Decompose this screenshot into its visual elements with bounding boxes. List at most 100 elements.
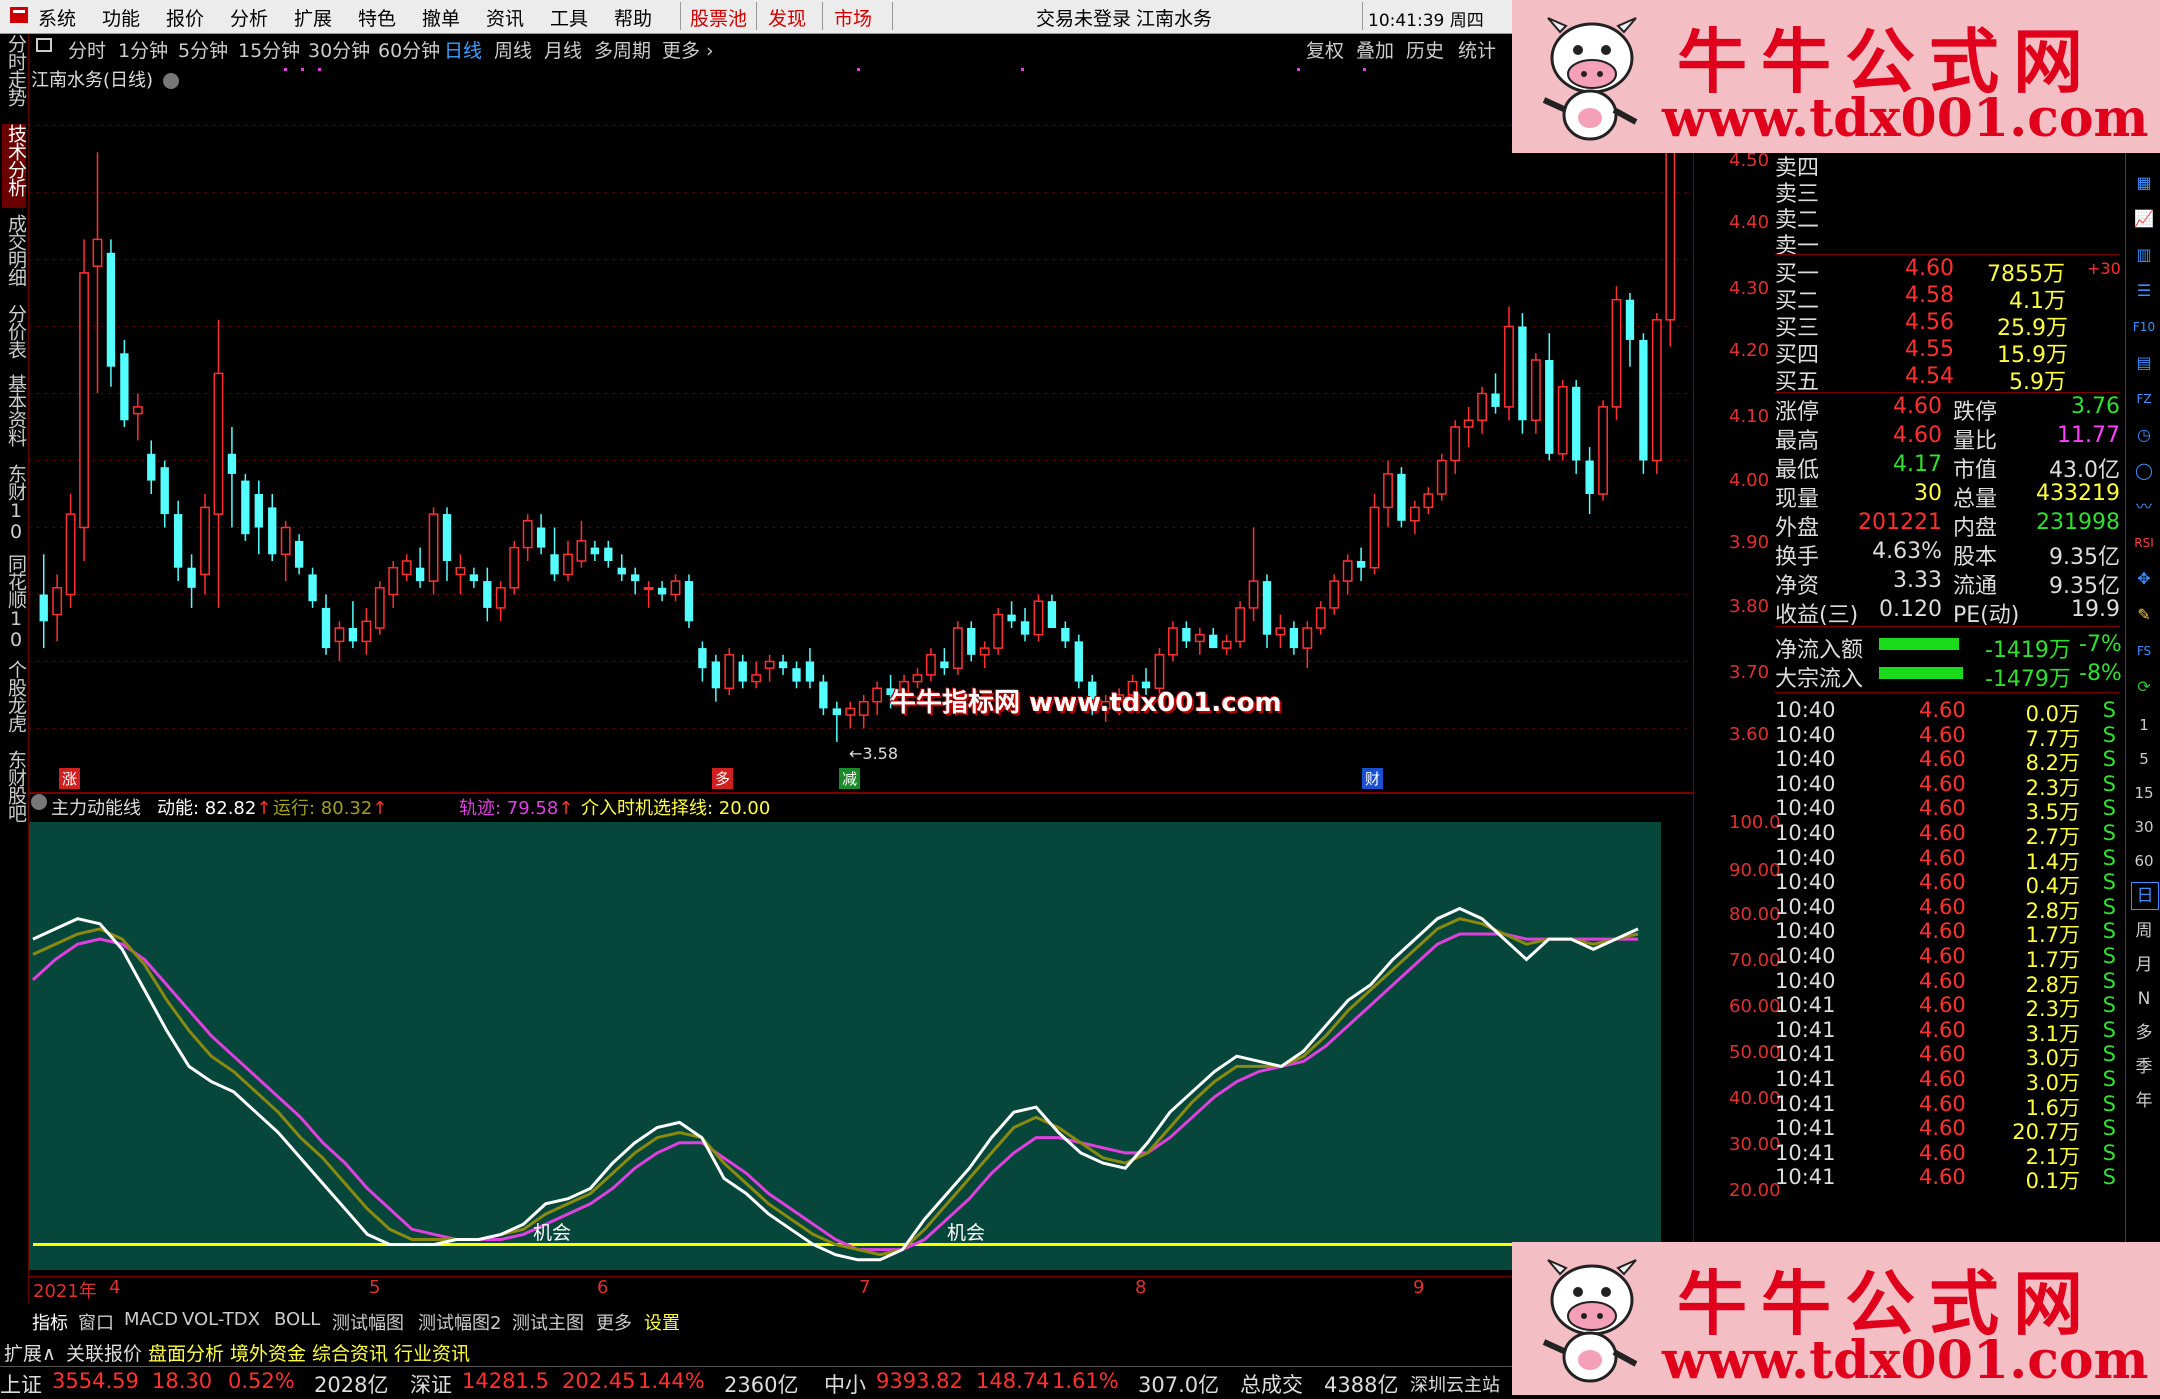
tab-dragon-tiger[interactable]: 个股龙虎 [2, 660, 27, 744]
period-1-icon[interactable]: 1 [2131, 712, 2157, 738]
candle[interactable] [1167, 621, 1178, 662]
sell-level-4[interactable]: 卖四 [1775, 150, 2120, 181]
list-icon[interactable]: ☰ [2131, 278, 2157, 304]
candle[interactable] [241, 473, 250, 541]
period-15-icon[interactable]: 15 [2131, 780, 2157, 806]
login-status[interactable]: 交易未登录 [1036, 4, 1131, 31]
tab-price-table[interactable]: 分价表 [2, 304, 27, 368]
candle[interactable] [106, 239, 116, 387]
menu-item-market[interactable]: 市场 [834, 4, 872, 31]
tab-test-main-chart[interactable]: 测试主图 [509, 1309, 587, 1335]
menu-item-stock-pool[interactable]: 股票池 [690, 4, 747, 31]
candle[interactable] [952, 621, 963, 675]
candle[interactable] [509, 540, 520, 595]
candle[interactable] [724, 648, 735, 695]
menu-item-discover[interactable]: 发现 [768, 4, 806, 31]
candle[interactable] [428, 507, 439, 595]
table-icon[interactable]: ▦ [2131, 170, 2157, 196]
menu-item-quote[interactable]: 报价 [166, 4, 204, 31]
buy-level-4[interactable]: 买四 4.55 15.9万 [1775, 337, 2120, 368]
candle[interactable] [993, 607, 1004, 655]
candle[interactable] [1518, 313, 1527, 434]
period-30-icon[interactable]: 30 [2131, 814, 2157, 840]
tab-basic-info[interactable]: 基本资料 [2, 374, 27, 458]
tab-test-sub-chart[interactable]: 测试幅图 [329, 1309, 407, 1335]
collapse-toggle-icon[interactable] [36, 36, 52, 58]
period-30min[interactable]: 30分钟 [308, 36, 370, 63]
sell-level-1[interactable]: 卖一 [1775, 228, 2120, 259]
candle[interactable] [1572, 380, 1581, 474]
refresh-icon[interactable]: ⟳ [2131, 674, 2157, 700]
tool-statistics[interactable]: 统计 [1458, 36, 1496, 63]
fs-icon[interactable]: FS [2131, 638, 2157, 664]
tab-indicator[interactable]: 指标 [29, 1309, 71, 1335]
period-month-icon[interactable]: 月 [2131, 952, 2157, 978]
menu-item-cancel-order[interactable]: 撤单 [422, 4, 460, 31]
sell-level-3[interactable]: 卖三 [1775, 176, 2120, 207]
dropdown-circle-icon[interactable] [31, 794, 47, 815]
badge-up[interactable]: 涨 [59, 768, 81, 789]
menu-item-function[interactable]: 功能 [102, 4, 140, 31]
candle[interactable] [684, 574, 694, 628]
app-logo-icon[interactable] [8, 4, 30, 31]
tab-settings[interactable]: 设置 [641, 1309, 683, 1335]
tab-vol-tdx[interactable]: VOL-TDX [179, 1309, 263, 1330]
tab-window[interactable]: 窗口 [75, 1309, 117, 1335]
rsi-icon[interactable]: RSI [2131, 530, 2157, 556]
candle[interactable] [1651, 313, 1662, 474]
function-tab[interactable]: 综合资讯 [312, 1339, 388, 1366]
move-icon[interactable]: ✥ [2131, 566, 2157, 592]
function-tab[interactable]: 盘面分析 [148, 1339, 224, 1366]
fund-icon[interactable]: F10 [2131, 314, 2157, 340]
menu-item-tools[interactable]: 工具 [550, 4, 588, 31]
candle[interactable] [1033, 594, 1044, 642]
period-week-icon[interactable]: 周 [2131, 918, 2157, 944]
period-daily[interactable]: 日线 [444, 36, 482, 63]
period-season-icon[interactable]: 季 [2131, 1054, 2157, 1080]
tab-test-sub-chart-2[interactable]: 测试幅图2 [415, 1309, 504, 1335]
candle[interactable] [1598, 400, 1608, 501]
buy-level-5[interactable]: 买五 4.54 5.9万 [1775, 364, 2120, 395]
tool-restore-rights[interactable]: 复权 [1306, 36, 1344, 63]
tab-trade-details[interactable]: 成交明细 [2, 214, 27, 298]
buy-level-3[interactable]: 买三 4.56 25.9万 [1775, 310, 2120, 341]
candle[interactable] [1557, 380, 1568, 461]
function-tab[interactable]: 扩展∧ [4, 1339, 56, 1366]
period-monthly[interactable]: 月线 [544, 36, 582, 63]
ad-banner-top[interactable]: 牛牛公式网 www.tdx001.com [1512, 0, 2160, 153]
menu-item-analysis[interactable]: 分析 [230, 4, 268, 31]
period-weekly[interactable]: 周线 [494, 36, 532, 63]
period-1min[interactable]: 1分钟 [118, 36, 168, 63]
period-day-icon[interactable]: 日 [2131, 882, 2159, 910]
tab-more[interactable]: 更多 [593, 1309, 635, 1335]
tab-technical-analysis[interactable]: 技术分析 [2, 124, 27, 208]
period-more[interactable]: 更多 › [662, 36, 714, 63]
badge-finance[interactable]: 财 [1362, 768, 1384, 789]
indicator-chart[interactable]: 主力动能线 动能: 82.82↑ 运行: 80.32↑ 轨迹: 79.58↑ 介… [29, 792, 1781, 1302]
tab-boll[interactable]: BOLL [271, 1309, 323, 1330]
buy-level-2[interactable]: 买二 4.58 4.1万 [1775, 283, 2120, 314]
tab-intraday[interactable]: 分时走势 [2, 34, 27, 118]
pencil-icon[interactable]: ✎ [2131, 602, 2157, 628]
menu-item-help[interactable]: 帮助 [614, 4, 652, 31]
candle[interactable] [1611, 286, 1622, 421]
tab-eastmoney-forum[interactable]: 东财股吧 [2, 750, 27, 834]
period-60-icon[interactable]: 60 [2131, 848, 2157, 874]
grid-icon[interactable]: ▤ [2131, 350, 2157, 376]
menu-item-info[interactable]: 资讯 [486, 4, 524, 31]
period-intraday[interactable]: 分时 [68, 36, 106, 63]
clock-icon[interactable]: ◷ [2131, 422, 2157, 448]
fiz-icon[interactable]: FZ [2131, 386, 2157, 412]
period-n-icon[interactable]: N [2131, 986, 2157, 1012]
sell-level-2[interactable]: 卖二 [1775, 202, 2120, 233]
bar-chart-icon[interactable]: ▥ [2131, 242, 2157, 268]
period-5min[interactable]: 5分钟 [178, 36, 228, 63]
candle[interactable] [1235, 601, 1246, 649]
circle-icon[interactable]: ◯ [2131, 458, 2157, 484]
menu-item-extend[interactable]: 扩展 [294, 4, 332, 31]
candle[interactable] [1329, 574, 1340, 615]
server-site[interactable]: 深圳云主站 [1410, 1371, 1500, 1397]
tool-history[interactable]: 历史 [1406, 36, 1444, 63]
wave-icon[interactable]: 〰 [2131, 494, 2157, 520]
function-tab[interactable]: 行业资讯 [394, 1339, 470, 1366]
